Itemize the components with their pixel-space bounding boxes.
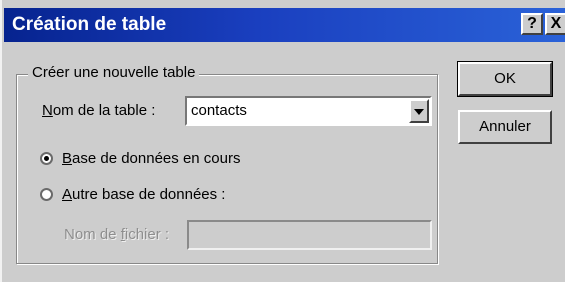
- help-button[interactable]: ?: [521, 13, 543, 35]
- file-name-label: Nom de fichier :: [64, 226, 170, 243]
- table-name-combobox[interactable]: contacts: [185, 96, 432, 126]
- cancel-button[interactable]: Annuler: [458, 110, 552, 144]
- radio-other-label[interactable]: Autre base de données :: [62, 186, 225, 203]
- table-name-label: Nom de la table :: [42, 102, 156, 119]
- table-name-value[interactable]: contacts: [191, 102, 247, 119]
- radio-dot-current[interactable]: [40, 152, 53, 165]
- chevron-down-icon[interactable]: [409, 99, 429, 123]
- radio-dot-other[interactable]: [40, 188, 53, 201]
- create-table-dialog: Création de table ? X Créer une nouvelle…: [0, 0, 565, 282]
- title-bar[interactable]: Création de table ? X: [4, 8, 565, 42]
- close-button[interactable]: X: [545, 13, 565, 35]
- radio-current-label[interactable]: Base de données en cours: [62, 150, 240, 167]
- group-legend: Créer une nouvelle table: [28, 64, 200, 81]
- dialog-title: Création de table: [12, 14, 167, 35]
- ok-button[interactable]: OK: [457, 61, 553, 97]
- file-name-input: [187, 220, 432, 250]
